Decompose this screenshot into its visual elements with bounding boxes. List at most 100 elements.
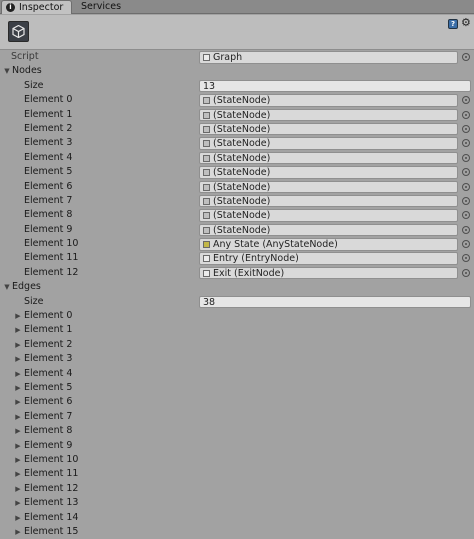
component-header: ? ⚙ <box>0 15 474 50</box>
foldout-closed-icon[interactable]: ▶ <box>13 482 23 496</box>
object-picker-icon[interactable] <box>462 240 470 249</box>
node-element-row: Element 7 (StateNode) <box>0 194 474 208</box>
element-label: Element 8 <box>24 209 73 221</box>
element-label: Element 9 <box>24 439 73 451</box>
nodes-size-input[interactable]: 13 <box>199 79 471 93</box>
foldout-closed-icon[interactable]: ▶ <box>13 309 23 323</box>
foldout-closed-icon[interactable]: ▶ <box>13 352 23 366</box>
foldout-closed-icon[interactable]: ▶ <box>13 338 23 352</box>
node-object-field[interactable]: (StateNode) <box>199 180 458 194</box>
edge-element-row[interactable]: ▶ Element 9 <box>0 439 474 453</box>
object-picker-icon[interactable] <box>462 153 470 162</box>
foldout-closed-icon[interactable]: ▶ <box>13 439 23 453</box>
object-picker-icon[interactable] <box>462 182 470 191</box>
edge-element-row[interactable]: ▶ Element 6 <box>0 395 474 409</box>
foldout-open-icon[interactable]: ▼ <box>2 64 12 78</box>
node-value: (StateNode) <box>213 152 271 164</box>
foldout-closed-icon[interactable]: ▶ <box>13 395 23 409</box>
foldout-closed-icon[interactable]: ▶ <box>13 453 23 467</box>
edge-element-row[interactable]: ▶ Element 8 <box>0 424 474 438</box>
foldout-closed-icon[interactable]: ▶ <box>13 467 23 481</box>
foldout-closed-icon[interactable]: ▶ <box>13 511 23 525</box>
element-label: Element 10 <box>24 238 79 250</box>
foldout-open-icon[interactable]: ▼ <box>2 280 12 294</box>
node-object-field[interactable]: Any State (AnyStateNode) <box>199 238 458 251</box>
node-object-field[interactable]: (StateNode) <box>199 151 458 165</box>
foldout-closed-icon[interactable]: ▶ <box>13 367 23 381</box>
tab-services[interactable]: Services <box>75 0 127 14</box>
node-object-field[interactable]: (StateNode) <box>199 166 458 179</box>
foldout-closed-icon[interactable]: ▶ <box>13 323 23 337</box>
node-object-field[interactable]: (StateNode) <box>199 194 458 208</box>
node-element-row: Element 8 (StateNode) <box>0 208 474 222</box>
object-picker-icon[interactable] <box>462 96 470 105</box>
element-label: Element 13 <box>24 497 79 509</box>
edges-size-input[interactable]: 38 <box>199 295 471 309</box>
object-picker-icon[interactable] <box>462 168 470 177</box>
node-element-row: Element 6 (StateNode) <box>0 180 474 194</box>
edge-element-row[interactable]: ▶ Element 13 <box>0 496 474 510</box>
node-object-field[interactable]: (StateNode) <box>199 94 458 107</box>
node-element-row: Element 2 (StateNode) <box>0 122 474 136</box>
node-object-field[interactable]: Exit (ExitNode) <box>199 266 458 280</box>
edge-element-row[interactable]: ▶ Element 3 <box>0 352 474 366</box>
node-object-field[interactable]: (StateNode) <box>199 108 458 122</box>
object-picker-icon[interactable] <box>462 53 470 61</box>
edge-element-row[interactable]: ▶ Element 14 <box>0 511 474 525</box>
foldout-closed-icon[interactable]: ▶ <box>13 496 23 510</box>
object-picker-icon[interactable] <box>462 254 470 263</box>
element-label: Element 7 <box>24 194 73 206</box>
object-picker-icon[interactable] <box>462 268 470 277</box>
object-picker-icon[interactable] <box>462 225 470 234</box>
node-object-field[interactable]: Entry (EntryNode) <box>199 252 458 265</box>
node-element-row: Element 4 (StateNode) <box>0 151 474 165</box>
edge-element-row[interactable]: ▶ Element 15 <box>0 525 474 539</box>
script-label: Script <box>11 51 39 62</box>
element-label: Element 14 <box>24 511 79 523</box>
foldout-closed-icon[interactable]: ▶ <box>13 424 23 438</box>
edges-foldout[interactable]: ▼ Edges <box>0 280 474 294</box>
size-label: Size <box>24 295 44 307</box>
object-picker-icon[interactable] <box>462 110 470 119</box>
foldout-closed-icon[interactable]: ▶ <box>13 381 23 395</box>
script-field[interactable]: Graph <box>199 51 458 64</box>
object-picker-icon[interactable] <box>462 211 470 220</box>
node-value: (StateNode) <box>213 95 271 107</box>
node-asset-icon <box>203 212 210 220</box>
tab-label: Services <box>81 1 122 12</box>
edge-element-row[interactable]: ▶ Element 4 <box>0 367 474 381</box>
node-element-row: Element 11 Entry (EntryNode) <box>0 251 474 265</box>
element-label: Element 4 <box>24 151 73 163</box>
edge-element-row[interactable]: ▶ Element 0 <box>0 309 474 323</box>
node-element-row: Element 0 (StateNode) <box>0 93 474 107</box>
foldout-closed-icon[interactable]: ▶ <box>13 410 23 424</box>
edge-element-row[interactable]: ▶ Element 5 <box>0 381 474 395</box>
edge-element-row[interactable]: ▶ Element 2 <box>0 338 474 352</box>
nodes-foldout[interactable]: ▼ Nodes <box>0 64 474 78</box>
object-picker-icon[interactable] <box>462 124 470 133</box>
object-picker-icon[interactable] <box>462 139 470 148</box>
foldout-closed-icon[interactable]: ▶ <box>13 525 23 539</box>
node-element-row: Element 10 Any State (AnyStateNode) <box>0 237 474 251</box>
object-picker-icon[interactable] <box>462 196 470 205</box>
edge-element-row[interactable]: ▶ Element 1 <box>0 323 474 337</box>
edge-element-row[interactable]: ▶ Element 12 <box>0 482 474 496</box>
node-asset-icon <box>203 269 210 277</box>
node-asset-icon <box>203 111 210 119</box>
node-value: (StateNode) <box>213 123 271 135</box>
element-label: Element 7 <box>24 410 73 422</box>
edge-element-row[interactable]: ▶ Element 10 <box>0 453 474 467</box>
help-book-icon[interactable]: ? <box>448 19 458 29</box>
edge-element-row[interactable]: ▶ Element 11 <box>0 467 474 481</box>
node-object-field[interactable]: (StateNode) <box>199 209 458 222</box>
edge-element-row[interactable]: ▶ Element 7 <box>0 410 474 424</box>
node-object-field[interactable]: (StateNode) <box>199 223 458 237</box>
unity-logo-icon <box>8 21 29 42</box>
node-object-field[interactable]: (StateNode) <box>199 122 458 136</box>
element-label: Element 5 <box>24 381 73 393</box>
gear-icon[interactable]: ⚙ <box>461 17 471 29</box>
node-value: (StateNode) <box>213 210 271 222</box>
tab-inspector[interactable]: i Inspector <box>1 0 72 14</box>
element-label: Element 9 <box>24 223 73 235</box>
node-object-field[interactable]: (StateNode) <box>199 137 458 150</box>
